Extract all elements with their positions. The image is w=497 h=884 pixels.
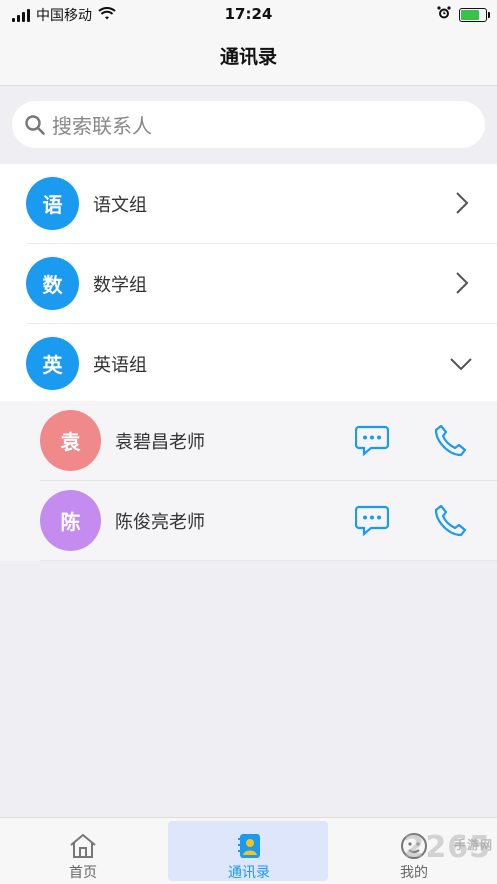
chevron-right-icon	[455, 191, 469, 219]
group-row-english[interactable]: 英 英语组	[26, 324, 497, 403]
tab-home[interactable]: 首页	[0, 818, 166, 884]
chevron-down-icon	[449, 356, 473, 375]
alarm-icon	[437, 5, 451, 24]
group-list: 语 语文组 数 数学组 英 英语组	[0, 164, 497, 403]
phone-icon[interactable]	[433, 424, 467, 462]
watermark: 2265 手游网	[404, 830, 492, 865]
battery-icon	[459, 7, 490, 22]
group-label: 数学组	[93, 274, 147, 296]
group-label: 英语组	[93, 354, 147, 376]
watermark-sub: 手游网	[453, 838, 493, 852]
chevron-right-icon	[455, 271, 469, 299]
phone-icon[interactable]	[433, 504, 467, 542]
tab-contacts[interactable]: 通讯录	[166, 818, 332, 884]
message-icon[interactable]	[354, 505, 390, 541]
status-right	[437, 5, 490, 24]
group-avatar: 数	[26, 257, 79, 310]
member-name: 陈俊亮老师	[115, 511, 205, 533]
member-list: 袁 袁碧昌老师 陈 陈俊亮老师	[0, 401, 497, 561]
page-title: 通讯录	[219, 46, 277, 68]
nav-bar: 通讯录	[0, 28, 497, 86]
tab-label: 通讯录	[228, 865, 270, 881]
member-name: 袁碧昌老师	[115, 431, 205, 453]
group-row-chinese[interactable]: 语 语文组	[26, 164, 497, 244]
member-row[interactable]: 陈 陈俊亮老师	[40, 481, 497, 561]
home-icon	[69, 832, 97, 860]
group-avatar: 语	[26, 177, 79, 230]
search-input[interactable]: 搜索联系人	[12, 101, 485, 148]
group-row-math[interactable]: 数 数学组	[26, 244, 497, 324]
contacts-icon	[235, 832, 263, 860]
tab-label: 我的	[400, 865, 428, 881]
tab-label: 首页	[69, 865, 97, 881]
status-bar: 中国移动 17:24	[0, 0, 497, 28]
search-placeholder: 搜索联系人	[52, 114, 152, 138]
status-time: 17:24	[224, 5, 273, 23]
member-avatar: 陈	[40, 490, 101, 551]
search-icon	[24, 114, 46, 136]
group-label: 语文组	[93, 194, 147, 216]
member-avatar: 袁	[40, 410, 101, 471]
member-row[interactable]: 袁 袁碧昌老师	[40, 401, 497, 481]
group-avatar: 英	[26, 337, 79, 390]
message-icon[interactable]	[354, 425, 390, 461]
